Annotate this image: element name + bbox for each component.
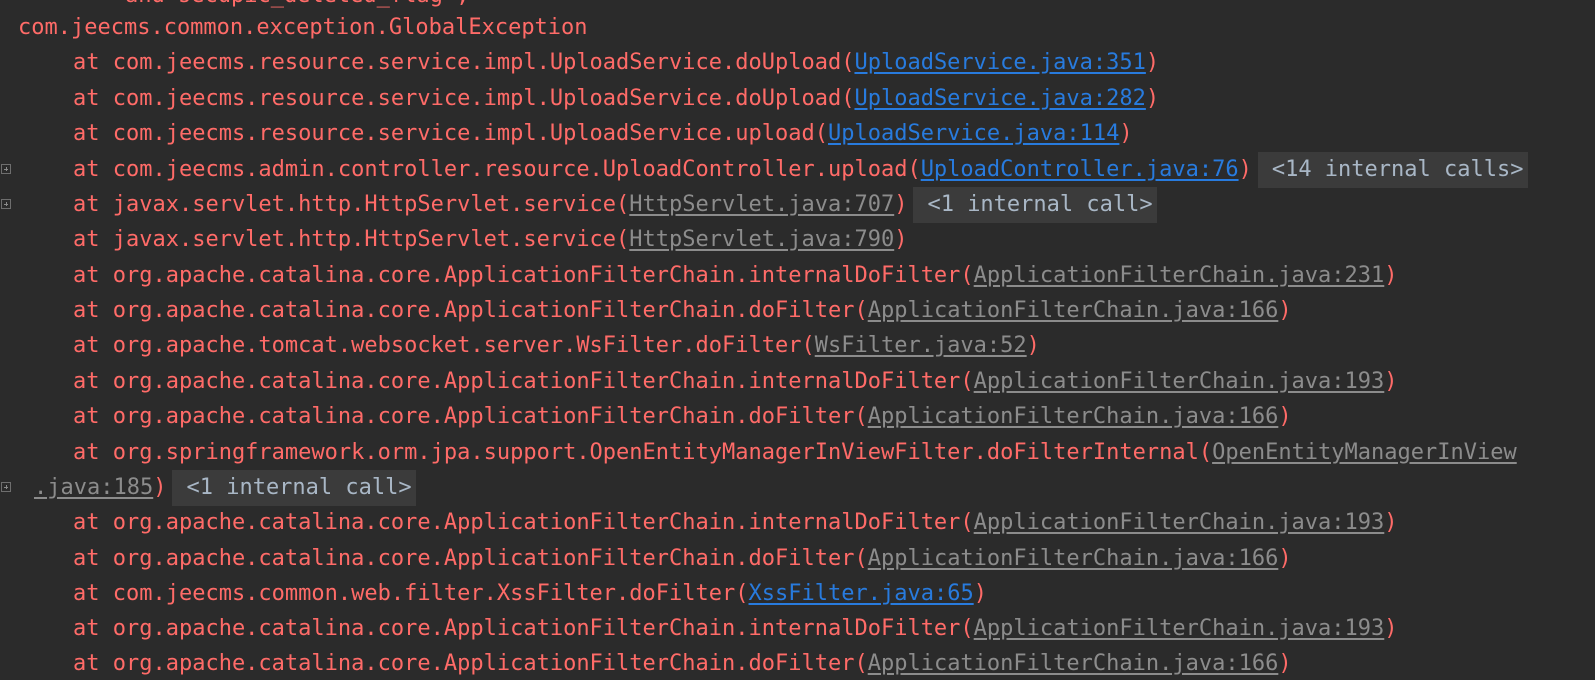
frame-suffix: ) <box>1145 50 1160 75</box>
source-link[interactable]: UploadController.java:76 <box>921 157 1239 182</box>
fold-expand-button[interactable] <box>0 152 14 188</box>
frame-text: at com.jeecms.resource.service.impl.Uplo… <box>73 50 855 75</box>
frame-suffix: ) <box>1278 651 1292 676</box>
frame-text: at com.jeecms.common.web.filter.XssFilte… <box>73 581 749 606</box>
frame-text: at org.apache.catalina.core.ApplicationF… <box>73 263 974 288</box>
frame-suffix: ) <box>1278 298 1292 323</box>
frame-suffix: ) <box>1384 616 1398 641</box>
source-link[interactable]: ApplicationFilterChain.java:166 <box>868 546 1279 571</box>
source-link[interactable]: UploadService.java:114 <box>828 121 1119 146</box>
source-link[interactable]: ApplicationFilterChain.java:193 <box>974 616 1385 641</box>
frame-text: at org.apache.catalina.core.ApplicationF… <box>73 298 868 323</box>
stack-frame: at javax.servlet.http.HttpServlet.servic… <box>0 222 907 258</box>
frame-text: at org.apache.catalina.core.ApplicationF… <box>73 369 974 394</box>
frame-text: at com.jeecms.admin.controller.resource.… <box>73 157 921 182</box>
console-output: and secupic_deleted_flag , com.jeecms.co… <box>0 0 1595 680</box>
internal-calls-fold[interactable]: <1 internal call> <box>913 187 1157 223</box>
frame-suffix: ) <box>1145 86 1160 111</box>
frame-suffix: ) <box>973 581 987 606</box>
stack-frame: at org.apache.catalina.core.ApplicationF… <box>0 399 1292 435</box>
stack-frame: at org.apache.catalina.core.ApplicationF… <box>0 611 1398 647</box>
source-link[interactable]: OpenEntityManagerInView <box>1212 440 1517 465</box>
frame-text: at javax.servlet.http.HttpServlet.servic… <box>73 227 630 252</box>
frame-suffix: ) <box>1384 510 1398 535</box>
frame-text: at org.springframework.orm.jpa.support.O… <box>73 440 1213 465</box>
stack-frame: at com.jeecms.resource.service.impl.Uplo… <box>0 81 1159 117</box>
frame-text: at org.apache.catalina.core.ApplicationF… <box>73 404 868 429</box>
stack-frame: at com.jeecms.common.web.filter.XssFilte… <box>0 576 987 612</box>
stack-frame: at org.apache.catalina.core.ApplicationF… <box>0 541 1292 577</box>
source-link[interactable]: .java:185 <box>34 475 153 500</box>
exception-class-text: com.jeecms.common.exception.GlobalExcept… <box>18 15 588 40</box>
frame-suffix: ) <box>1384 369 1398 394</box>
frame-text: at org.apache.tomcat.websocket.server.Ws… <box>73 333 815 358</box>
source-link[interactable]: ApplicationFilterChain.java:193 <box>974 510 1385 535</box>
stack-frame: at javax.servlet.http.HttpServlet.servic… <box>0 187 1157 223</box>
source-link[interactable]: HttpServlet.java:790 <box>629 227 894 252</box>
stack-frame: at org.apache.catalina.core.ApplicationF… <box>0 293 1292 329</box>
frame-text: at org.apache.catalina.core.ApplicationF… <box>73 546 868 571</box>
source-link[interactable]: UploadService.java:282 <box>854 86 1145 111</box>
fold-expand-button[interactable] <box>0 470 14 506</box>
frame-text: at javax.servlet.http.HttpServlet.servic… <box>73 192 630 217</box>
source-link[interactable]: WsFilter.java:52 <box>815 333 1027 358</box>
expand-plus-icon <box>1 164 11 174</box>
source-link[interactable]: ApplicationFilterChain.java:166 <box>868 651 1279 676</box>
expand-plus-icon <box>1 482 11 492</box>
source-link[interactable]: ApplicationFilterChain.java:193 <box>974 369 1385 394</box>
internal-calls-fold[interactable]: <1 internal call> <box>172 470 416 506</box>
frame-text: at com.jeecms.resource.service.impl.Uplo… <box>73 86 855 111</box>
frame-suffix: ) <box>153 475 167 500</box>
stack-frame: at org.apache.tomcat.websocket.server.Ws… <box>0 328 1040 364</box>
stack-frame: at org.apache.catalina.core.ApplicationF… <box>0 646 1292 680</box>
frame-suffix: ) <box>1119 121 1133 146</box>
frame-suffix: ) <box>1238 157 1252 182</box>
frame-suffix: ) <box>1384 263 1398 288</box>
frame-suffix: ) <box>1278 404 1292 429</box>
source-link[interactable]: UploadService.java:351 <box>854 50 1145 75</box>
stack-frame: at org.springframework.orm.jpa.support.O… <box>0 435 1517 471</box>
stack-frame-continuation: .java:185) <1 internal call> <box>0 470 416 506</box>
frame-text: at org.apache.catalina.core.ApplicationF… <box>73 616 974 641</box>
source-link[interactable]: XssFilter.java:65 <box>749 581 974 606</box>
frame-suffix: ) <box>1278 546 1292 571</box>
frame-text: at org.apache.catalina.core.ApplicationF… <box>73 510 974 535</box>
stack-frame: at org.apache.catalina.core.ApplicationF… <box>0 505 1398 541</box>
frame-suffix: ) <box>894 227 908 252</box>
source-link[interactable]: HttpServlet.java:707 <box>629 192 894 217</box>
frame-suffix: ) <box>1026 333 1040 358</box>
source-link[interactable]: ApplicationFilterChain.java:166 <box>868 298 1279 323</box>
stack-frame: at org.apache.catalina.core.ApplicationF… <box>0 258 1398 294</box>
stack-frame: at com.jeecms.resource.service.impl.Uplo… <box>0 45 1159 81</box>
frame-text: at org.apache.catalina.core.ApplicationF… <box>73 651 868 676</box>
fold-expand-button[interactable] <box>0 187 14 223</box>
source-link[interactable]: ApplicationFilterChain.java:231 <box>974 263 1385 288</box>
stack-frame: at com.jeecms.resource.service.impl.Uplo… <box>0 116 1133 152</box>
internal-calls-fold[interactable]: <14 internal calls> <box>1257 152 1528 188</box>
expand-plus-icon <box>1 199 11 209</box>
frame-text: at com.jeecms.resource.service.impl.Uplo… <box>73 121 828 146</box>
source-link[interactable]: ApplicationFilterChain.java:166 <box>868 404 1279 429</box>
exception-line: com.jeecms.common.exception.GlobalExcept… <box>0 10 588 46</box>
stack-frame: at com.jeecms.admin.controller.resource.… <box>0 152 1528 188</box>
frame-suffix: ) <box>894 192 908 217</box>
stack-frame: at org.apache.catalina.core.ApplicationF… <box>0 364 1398 400</box>
